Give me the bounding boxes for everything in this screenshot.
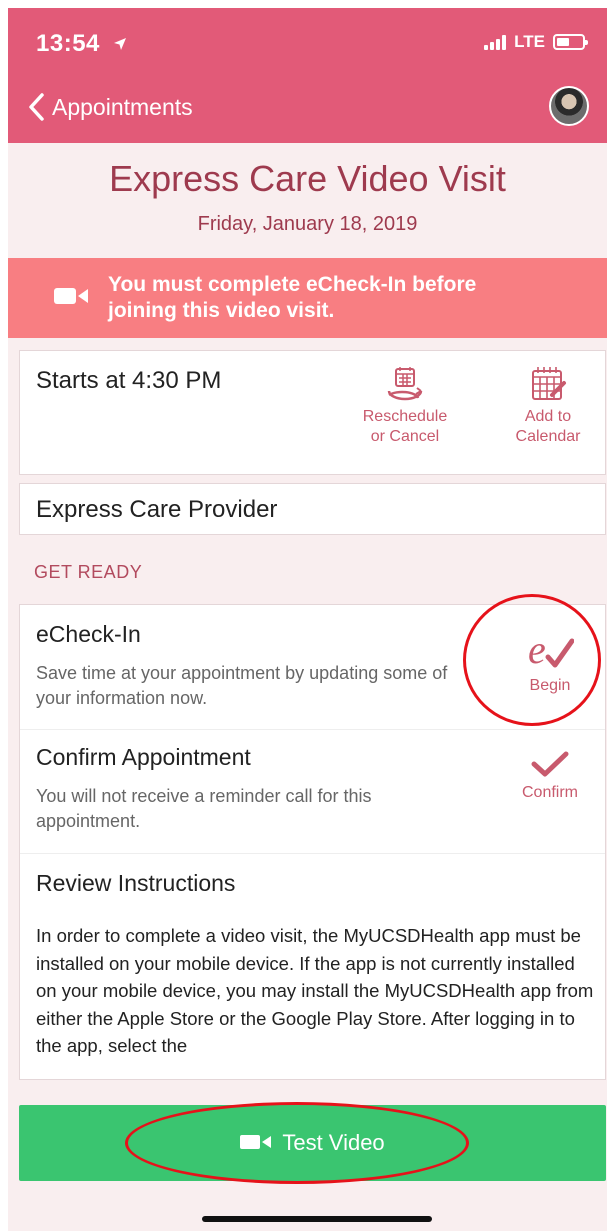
start-time-card: Starts at 4:30 PM Reschedule or Cancel A… [19, 350, 606, 475]
home-indicator[interactable] [202, 1216, 432, 1222]
calendar-label-2: Calendar [515, 428, 581, 445]
status-time: 13:54 [36, 30, 127, 58]
list-item-confirm[interactable]: Confirm Appointment You will not receive… [20, 730, 605, 854]
reschedule-icon [387, 367, 423, 401]
review-title: Review Instructions [36, 870, 236, 896]
chevron-left-icon [29, 93, 44, 121]
network-type: LTE [514, 32, 545, 51]
echeckin-title: eCheck-In [36, 621, 141, 647]
calendar-label-1: Add to [524, 408, 572, 425]
checkmark-icon [531, 751, 569, 777]
banner-text: You must complete eCheck-In before joini… [108, 272, 476, 324]
page-title: Express Care Video Visit [109, 158, 506, 199]
echeckin-warning-banner: You must complete eCheck-In before joini… [8, 258, 607, 338]
confirm-label: Confirm [521, 784, 578, 801]
visit-date: Friday, January 18, 2019 [197, 213, 418, 235]
status-indicators: LTE [484, 32, 588, 52]
get-ready-heading: GET READY [34, 562, 143, 582]
reschedule-label-1: Reschedule [362, 408, 448, 425]
start-time: Starts at 4:30 PM [36, 367, 222, 394]
app-screen: 13:54 LTE Appointments Express Care Vide… [8, 8, 607, 1231]
video-camera-icon [240, 1130, 272, 1156]
reschedule-label-2: or Cancel [370, 428, 440, 445]
confirm-title: Confirm Appointment [36, 744, 251, 770]
list-item-echeckin[interactable]: eCheck-In Save time at your appointment … [20, 605, 605, 730]
provider-card[interactable]: Express Care Provider [19, 483, 606, 535]
header: 13:54 LTE Appointments [8, 8, 607, 143]
review-instructions-text: In order to complete a video visit, the … [36, 925, 594, 1056]
avatar[interactable] [549, 86, 589, 126]
begin-label: Begin [529, 677, 571, 694]
signal-icon [484, 34, 507, 50]
get-ready-list: eCheck-In Save time at your appointment … [19, 604, 606, 1080]
confirm-desc: You will not receive a reminder call for… [36, 786, 372, 831]
echeckin-desc: Save time at your appointment by updatin… [36, 663, 448, 708]
begin-echeckin-button[interactable]: e Begin [515, 627, 585, 695]
location-arrow-icon [113, 30, 127, 58]
test-video-button[interactable]: Test Video [19, 1105, 606, 1181]
test-video-label: Test Video [282, 1130, 385, 1155]
echeck-icon: e [528, 627, 574, 672]
add-to-calendar-button[interactable]: Add to Calendar [504, 365, 592, 447]
svg-text:e: e [528, 627, 546, 672]
calendar-add-icon [532, 367, 566, 400]
video-camera-icon [54, 287, 90, 310]
back-button[interactable]: Appointments [26, 92, 193, 122]
clock: 13:54 [36, 30, 100, 57]
list-item-review-instructions[interactable]: Review Instructions In order to complete… [20, 854, 605, 1079]
back-label: Appointments [52, 93, 193, 120]
battery-icon [553, 34, 588, 50]
confirm-button[interactable]: Confirm [507, 750, 593, 802]
provider-name: Express Care Provider [36, 496, 278, 523]
banner-line-2: joining this video visit. [108, 299, 335, 322]
reschedule-button[interactable]: Reschedule or Cancel [345, 365, 465, 447]
banner-line-1: You must complete eCheck-In before [108, 273, 477, 296]
